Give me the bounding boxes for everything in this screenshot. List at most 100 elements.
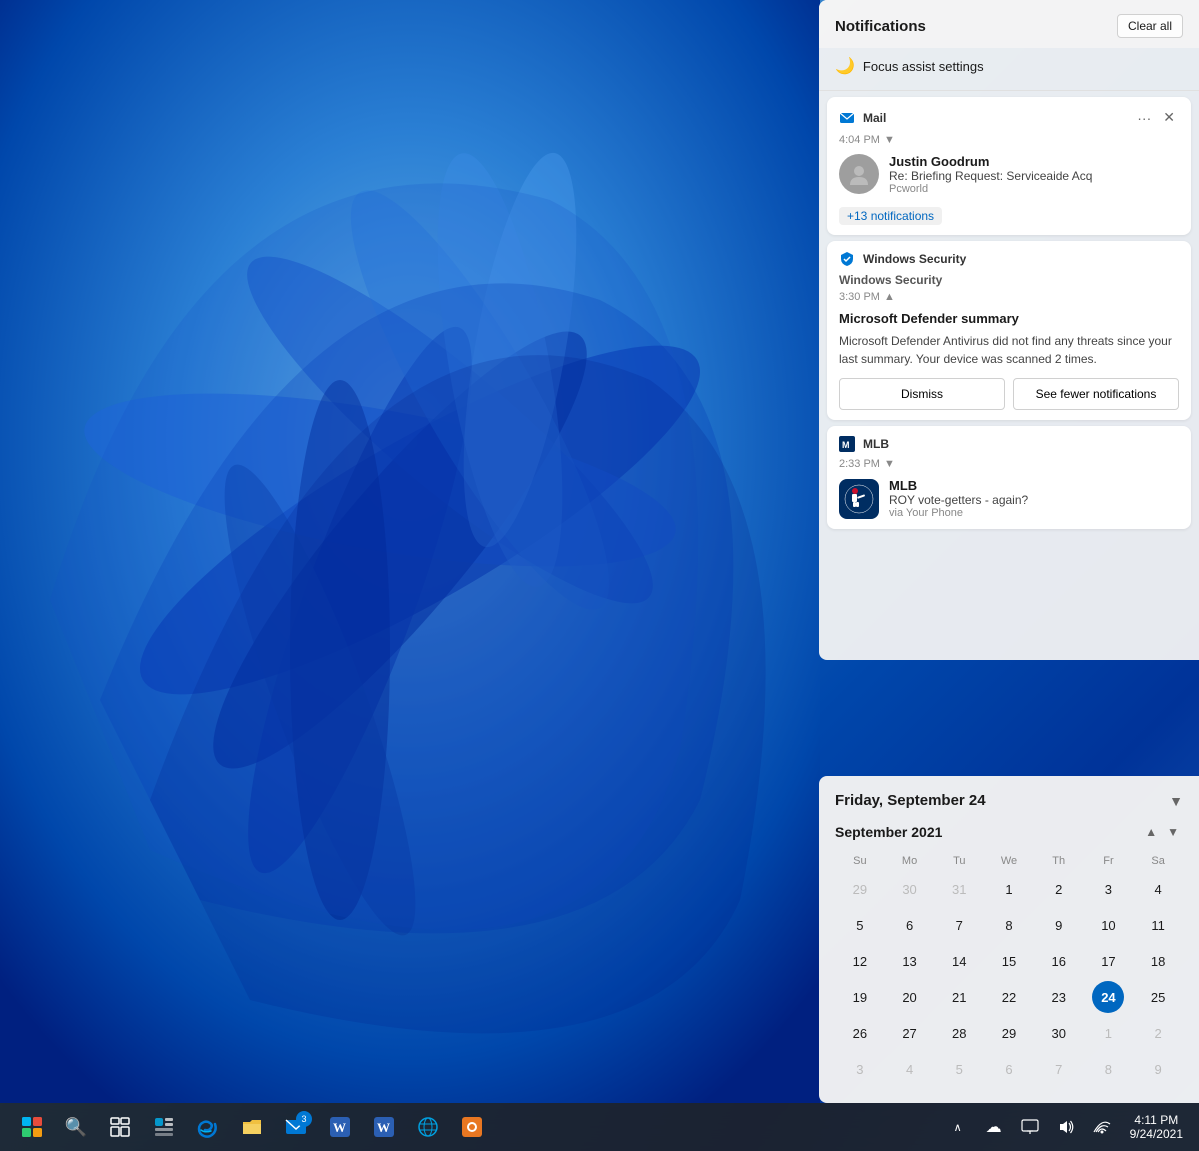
ws-time-row: 3:30 PM ▲ [839, 291, 1179, 303]
search-button[interactable]: 🔍 [56, 1107, 96, 1147]
mail-chevron-icon: ▼ [884, 134, 895, 146]
calendar-day-cell[interactable]: 8 [993, 909, 1025, 941]
calendar-day-cell[interactable]: 21 [943, 981, 975, 1013]
ws-dismiss-button[interactable]: Dismiss [839, 378, 1005, 410]
calendar-week-row: 3456789 [835, 1051, 1183, 1087]
widgets-button[interactable] [144, 1107, 184, 1147]
calendar-day-cell[interactable]: 20 [894, 981, 926, 1013]
mail-taskbar-icon-wrap[interactable]: 3 [276, 1107, 316, 1147]
word2-button[interactable]: W [364, 1107, 404, 1147]
calendar-day-cell[interactable]: 26 [844, 1017, 876, 1049]
calendar-day-header: Fr [1084, 851, 1134, 871]
notif-header: Notifications Clear all [819, 0, 1199, 48]
calendar-day-cell[interactable]: 29 [844, 873, 876, 905]
calendar-day-cell[interactable]: 5 [844, 909, 876, 941]
calendar-day-cell[interactable]: 25 [1142, 981, 1174, 1013]
calendar-day-cell[interactable]: 13 [894, 945, 926, 977]
word-button[interactable]: W [320, 1107, 360, 1147]
calendar-day-cell[interactable]: 17 [1092, 945, 1124, 977]
internet-button[interactable] [408, 1107, 448, 1147]
mail-more-button[interactable]: ··· [1133, 107, 1155, 128]
calendar-day-cell[interactable]: 3 [844, 1053, 876, 1085]
mail-app-header: Mail ··· ✕ [839, 107, 1179, 128]
calendar-day-cell[interactable]: 3 [1092, 873, 1124, 905]
calendar-day-cell[interactable]: 6 [894, 909, 926, 941]
volume-icon[interactable] [1050, 1107, 1082, 1147]
svg-text:W: W [377, 1120, 390, 1135]
focus-assist-icon: 🌙 [835, 56, 855, 76]
calendar-day-cell[interactable]: 9 [1043, 909, 1075, 941]
mail-content: Justin Goodrum Re: Briefing Request: Ser… [839, 154, 1179, 195]
mail-avatar [839, 154, 879, 194]
weather-icon[interactable]: ☁ [978, 1107, 1010, 1147]
edge-button[interactable] [188, 1107, 228, 1147]
calendar-day-cell[interactable]: 4 [894, 1053, 926, 1085]
calendar-day-cell[interactable]: 16 [1043, 945, 1075, 977]
calendar-nav: ▲ ▼ [1141, 823, 1183, 841]
mail-more-notifications[interactable]: +13 notifications [839, 207, 942, 225]
task-view-button[interactable] [100, 1107, 140, 1147]
taskbar-right: ∧ ☁ 4:11 PM 9/24/2021 [942, 1107, 1199, 1147]
file-explorer-button[interactable] [232, 1107, 272, 1147]
calendar-day-cell[interactable]: 30 [1043, 1017, 1075, 1049]
calendar-day-cell[interactable]: 31 [943, 873, 975, 905]
calendar-day-cell[interactable]: 4 [1142, 873, 1174, 905]
mail-time-row: 4:04 PM ▼ [839, 134, 1179, 146]
calendar-day-cell[interactable]: 2 [1142, 1017, 1174, 1049]
calendar-day-cell[interactable]: 14 [943, 945, 975, 977]
ws-chevron-icon: ▲ [884, 291, 895, 303]
mlb-time-row: 2:33 PM ▼ [839, 458, 1179, 470]
calendar-day-cell[interactable]: 10 [1092, 909, 1124, 941]
mail-source: Pcworld [889, 183, 1179, 195]
calendar-day-header: Tu [934, 851, 984, 871]
mail-close-button[interactable]: ✕ [1159, 107, 1179, 128]
calendar-day-cell[interactable]: 30 [894, 873, 926, 905]
ws-body: Microsoft Defender Antivirus did not fin… [839, 332, 1179, 368]
ws-buttons: Dismiss See fewer notifications [839, 378, 1179, 410]
calendar-day-cell[interactable]: 9 [1142, 1053, 1174, 1085]
calendar-next-button[interactable]: ▼ [1163, 823, 1183, 841]
ws-app-left: Windows Security [839, 251, 966, 267]
calendar-day-cell[interactable]: 1 [993, 873, 1025, 905]
calendar-day-cell[interactable]: 19 [844, 981, 876, 1013]
calendar-day-cell[interactable]: 11 [1142, 909, 1174, 941]
start-button[interactable] [12, 1107, 52, 1147]
calendar-day-cell[interactable]: 7 [1043, 1053, 1075, 1085]
calendar-day-header: We [984, 851, 1034, 871]
calendar-day-cell[interactable]: 24 [1092, 981, 1124, 1013]
mail-sender: Justin Goodrum [889, 154, 1179, 169]
calendar-day-cell[interactable]: 18 [1142, 945, 1174, 977]
clock-area[interactable]: 4:11 PM 9/24/2021 [1122, 1107, 1191, 1147]
calendar-day-cell[interactable]: 8 [1092, 1053, 1124, 1085]
calendar-day-cell[interactable]: 23 [1043, 981, 1075, 1013]
calendar-day-cell[interactable]: 7 [943, 909, 975, 941]
calendar-day-header: Th [1034, 851, 1084, 871]
app1-button[interactable] [452, 1107, 492, 1147]
calendar-day-header: Mo [885, 851, 935, 871]
calendar-day-cell[interactable]: 6 [993, 1053, 1025, 1085]
ws-see-fewer-button[interactable]: See fewer notifications [1013, 378, 1179, 410]
calendar-day-cell[interactable]: 22 [993, 981, 1025, 1013]
clock-time: 4:11 PM [1134, 1113, 1178, 1127]
calendar-day-cell[interactable]: 1 [1092, 1017, 1124, 1049]
focus-assist-settings[interactable]: 🌙 Focus assist settings [819, 48, 1199, 91]
calendar-day-cell[interactable]: 2 [1043, 873, 1075, 905]
calendar-day-cell[interactable]: 28 [943, 1017, 975, 1049]
calendar-prev-button[interactable]: ▲ [1141, 823, 1161, 841]
mail-subject: Re: Briefing Request: Serviceaide Acq [889, 169, 1179, 183]
calendar-day-cell[interactable]: 15 [993, 945, 1025, 977]
calendar-expand-icon[interactable]: ▼ [1169, 793, 1183, 809]
display-icon[interactable] [1014, 1107, 1046, 1147]
system-tray-chevron[interactable]: ∧ [942, 1107, 974, 1147]
ws-app-header: Windows Security [839, 251, 1179, 267]
mlb-time: 2:33 PM [839, 458, 880, 470]
network-icon[interactable] [1086, 1107, 1118, 1147]
mail-text-block: Justin Goodrum Re: Briefing Request: Ser… [889, 154, 1179, 195]
calendar-day-cell[interactable]: 5 [943, 1053, 975, 1085]
clear-all-button[interactable]: Clear all [1117, 14, 1183, 38]
ws-app-icon [839, 251, 855, 267]
calendar-day-cell[interactable]: 12 [844, 945, 876, 977]
calendar-day-cell[interactable]: 27 [894, 1017, 926, 1049]
calendar-day-cell[interactable]: 29 [993, 1017, 1025, 1049]
mlb-app-name: MLB [863, 437, 889, 451]
